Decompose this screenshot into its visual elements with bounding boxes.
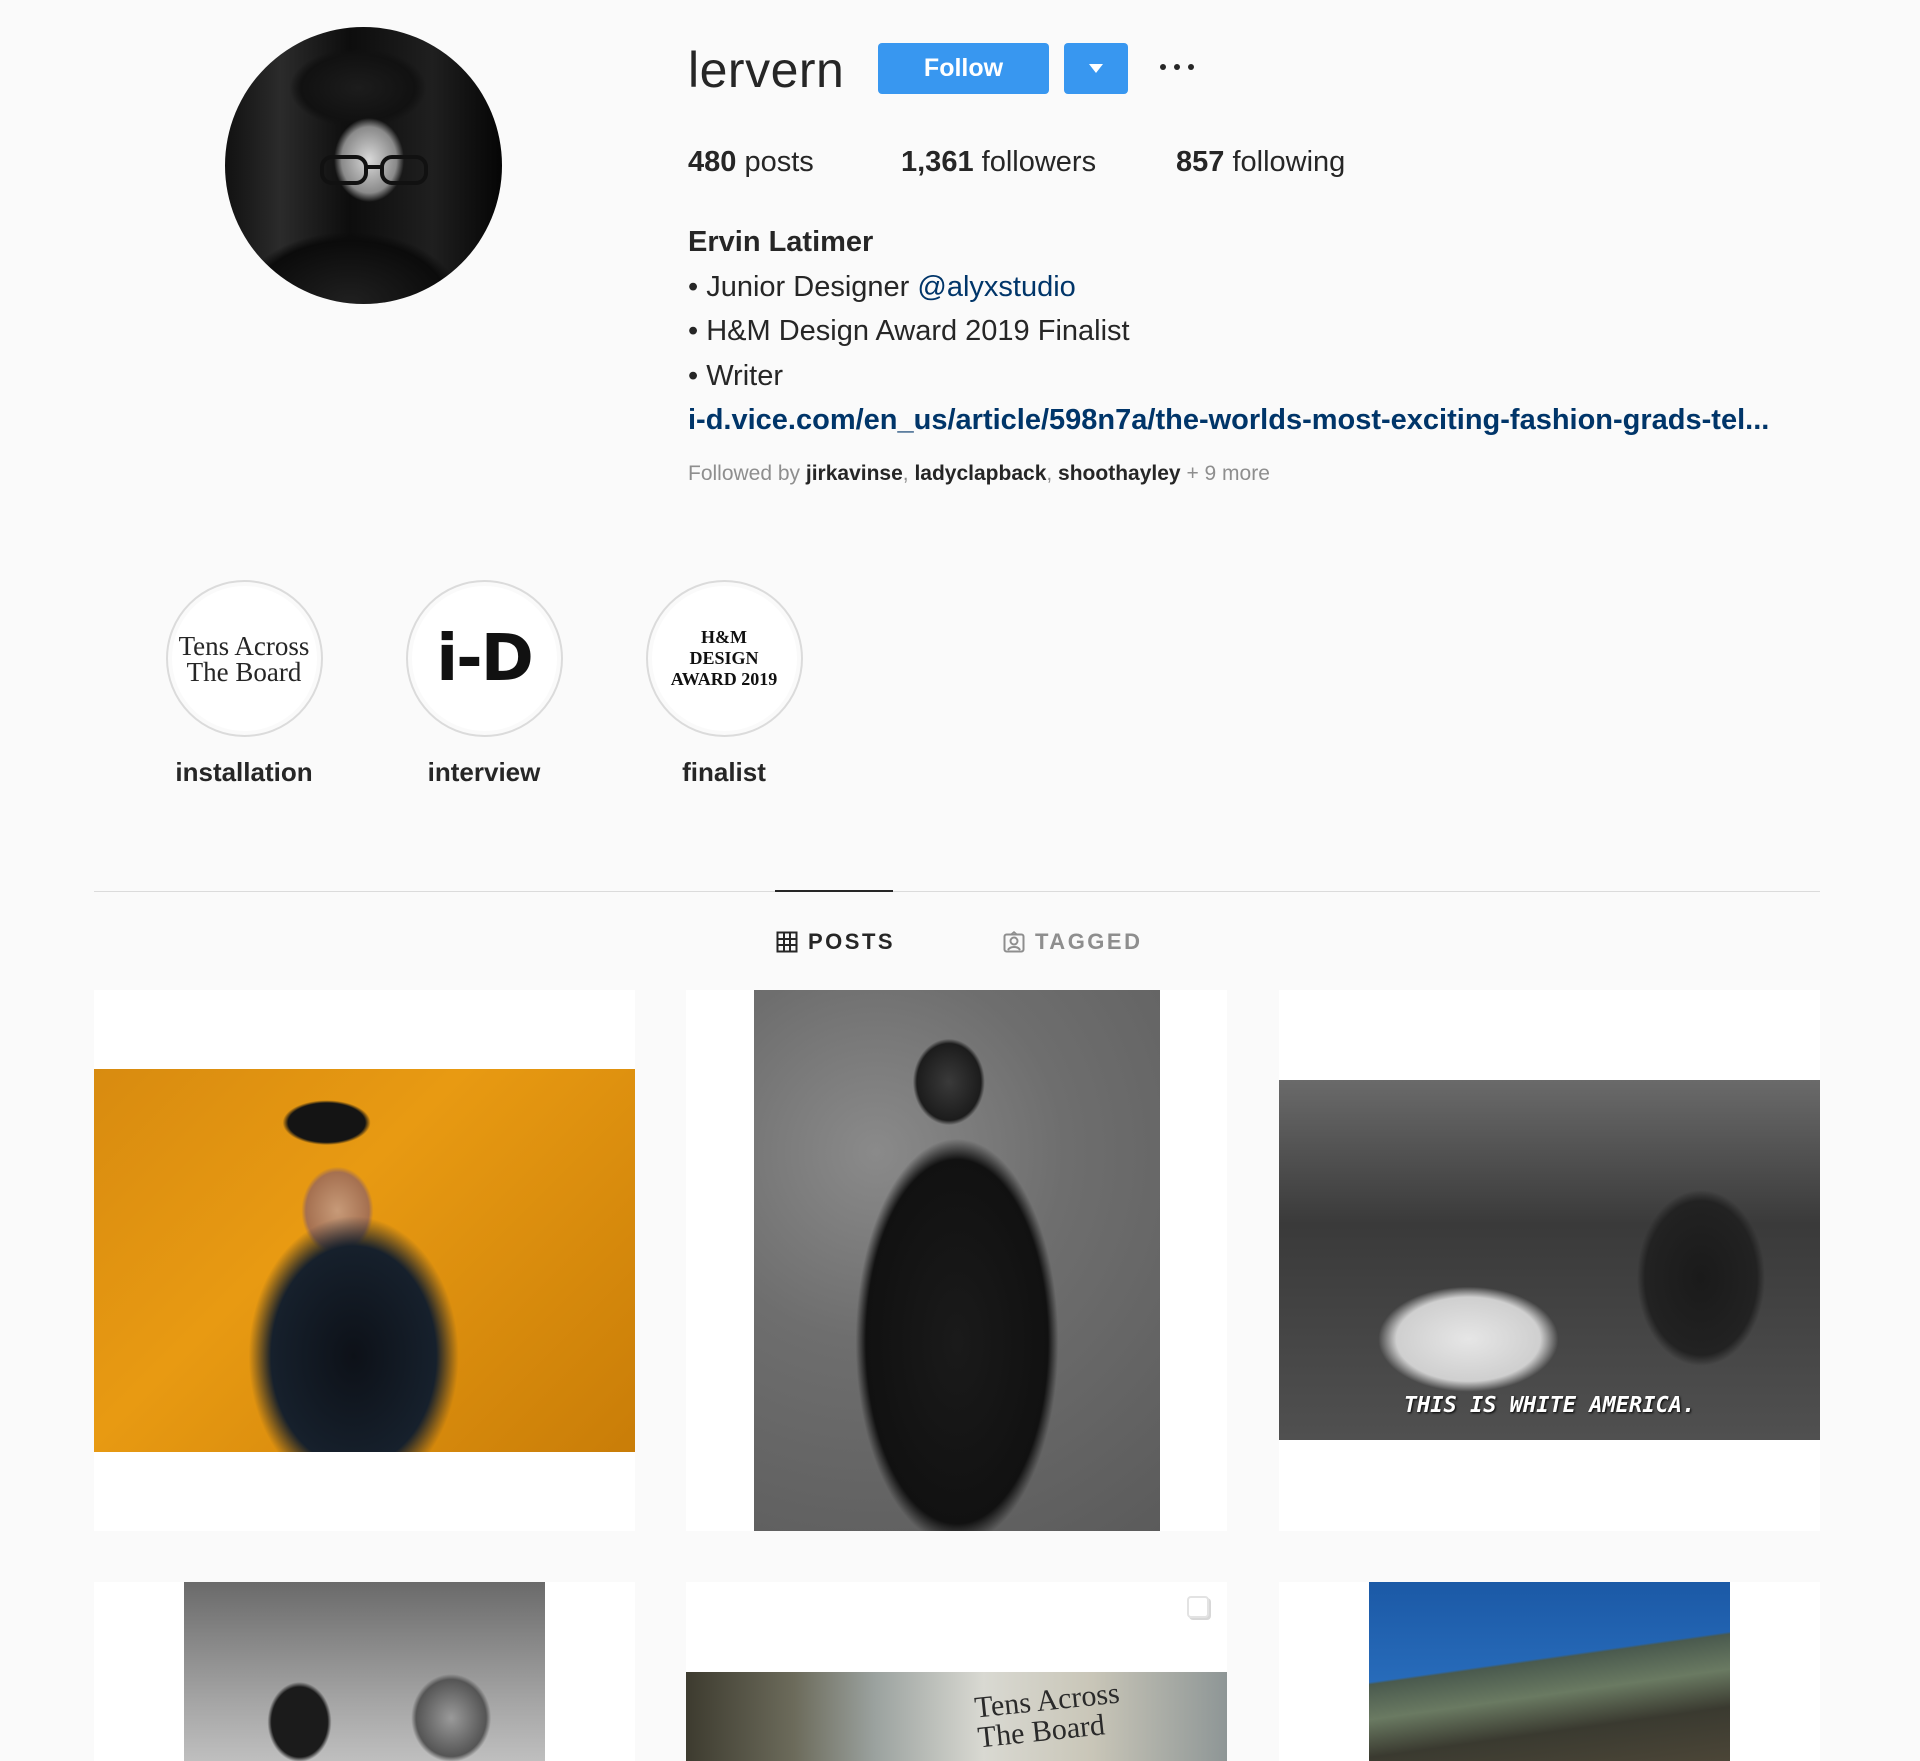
post-thumbnail[interactable] (686, 990, 1227, 1531)
post-image-sign-text: Tens Across The Board (973, 1676, 1122, 1755)
username: lervern (688, 42, 845, 98)
highlight-finalist[interactable]: H&M DESIGN AWARD 2019 finalist (644, 580, 804, 788)
highlight-cover-text: Tens Across (178, 630, 310, 661)
profile-bio: Ervin Latimer • Junior Designer @alyxstu… (688, 220, 1769, 443)
post-thumbnail[interactable] (1279, 1582, 1820, 1761)
post-image (1369, 1582, 1730, 1761)
suggested-dropdown-button[interactable] (1064, 43, 1128, 94)
post-thumbnail[interactable]: Tens Across The Board (686, 1582, 1227, 1761)
followed-by-more[interactable]: + 9 more (1186, 462, 1269, 485)
followed-by[interactable]: Followed by jirkavinse, ladyclapback, sh… (688, 462, 1270, 486)
post-image (754, 990, 1160, 1531)
followed-by-user[interactable]: ladyclapback (914, 462, 1046, 485)
chevron-down-icon (1089, 64, 1103, 73)
post-caption-overlay: THIS IS WHITE AMERICA. (1403, 1393, 1696, 1418)
profile-avatar[interactable] (225, 27, 502, 304)
tabs-divider (94, 891, 1820, 892)
highlight-cover-text: AWARD 2019 (670, 669, 778, 689)
more-options-icon[interactable] (1160, 52, 1194, 82)
post-thumbnail[interactable] (94, 990, 635, 1531)
follow-button[interactable]: Follow (878, 43, 1049, 94)
post-image: THIS IS WHITE AMERICA. (1279, 1080, 1820, 1440)
tab-posts[interactable]: POSTS (776, 928, 895, 956)
bio-line-1-text: • Junior Designer (688, 270, 918, 303)
active-tab-indicator (775, 890, 893, 892)
bio-line-2: • H&M Design Award 2019 Finalist (688, 315, 1130, 347)
posts-count: 480 (688, 146, 737, 178)
stat-followers[interactable]: 1,361 followers (901, 144, 1096, 180)
highlight-cover: Tens Across The Board (165, 580, 323, 737)
following-label: following (1232, 146, 1346, 178)
highlight-label: finalist (682, 757, 766, 787)
tab-tagged-label: TAGGED (1035, 929, 1143, 954)
post-image (184, 1582, 545, 1761)
stat-posts: 480 posts (688, 144, 814, 180)
stat-following[interactable]: 857 following (1176, 144, 1345, 180)
full-name: Ervin Latimer (688, 226, 874, 258)
bio-external-link[interactable]: i-d.vice.com/en_us/article/598n7a/the-wo… (688, 398, 1769, 443)
following-count: 857 (1176, 146, 1225, 178)
followers-label: followers (981, 146, 1097, 178)
highlight-label: installation (175, 757, 313, 787)
post-thumbnail[interactable]: THIS IS WHITE AMERICA. (1279, 990, 1820, 1531)
highlight-cover: H&M DESIGN AWARD 2019 (645, 580, 803, 737)
bio-line-3: • Writer (688, 359, 784, 392)
followed-by-prefix: Followed by (688, 462, 806, 485)
avatar-glasses-detail (320, 155, 428, 185)
grid-icon (776, 931, 798, 953)
highlight-cover: i-D (405, 580, 563, 737)
post-image: Tens Across The Board (686, 1672, 1227, 1761)
highlight-cover-text: H&M (701, 627, 747, 647)
tagged-icon (1003, 931, 1025, 953)
bio-mention-link[interactable]: @alyxstudio (917, 271, 1075, 303)
i-d-logo: i-D (436, 621, 534, 696)
tab-tagged[interactable]: TAGGED (1003, 928, 1142, 956)
highlight-cover-text: The Board (186, 656, 302, 687)
posts-label: posts (744, 146, 814, 178)
highlight-label: interview (427, 757, 541, 787)
highlight-interview[interactable]: i-D interview (404, 580, 564, 788)
followed-by-user[interactable]: jirkavinse (806, 462, 903, 485)
followed-by-user[interactable]: shoothayley (1058, 462, 1181, 485)
highlight-installation[interactable]: Tens Across The Board installation (164, 580, 324, 788)
post-thumbnail[interactable] (94, 1582, 635, 1761)
highlight-cover-text: DESIGN (689, 648, 759, 668)
bio-line-1: • Junior Designer @alyxstudio (688, 265, 1769, 310)
multiple-posts-icon (1187, 1596, 1209, 1618)
post-image (94, 1069, 635, 1452)
tab-posts-label: POSTS (808, 929, 896, 954)
followers-count: 1,361 (901, 146, 974, 178)
